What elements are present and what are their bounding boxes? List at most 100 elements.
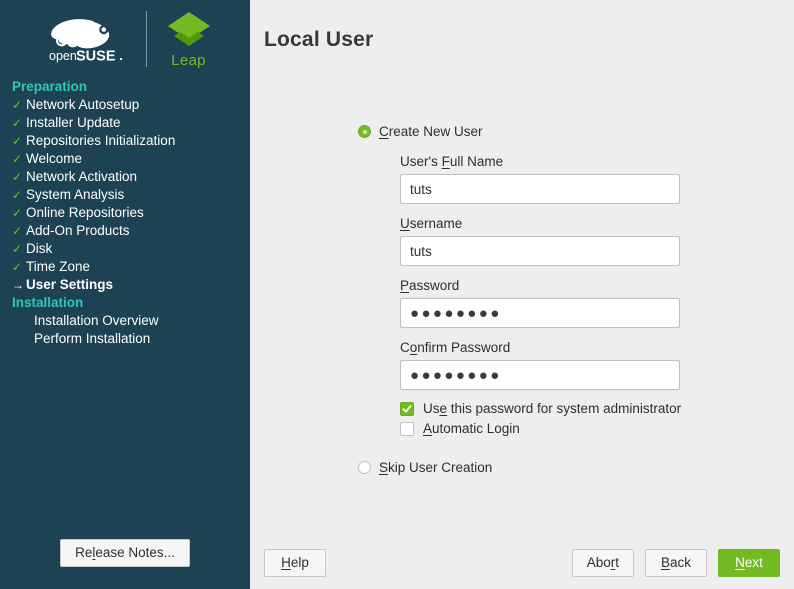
sidebar-item-installation-overview[interactable]: Installation Overview	[6, 312, 250, 330]
sidebar-item-label: Network Activation	[26, 169, 138, 184]
back-post: ack	[670, 555, 692, 570]
step-check-icon: ✓	[12, 224, 23, 238]
password-label-post: assword	[409, 278, 460, 293]
username-label-post: sername	[409, 216, 463, 231]
confirm-password-label: Confirm Password	[400, 340, 680, 355]
password-input[interactable]	[400, 298, 680, 328]
main-content: Local User Create New User User's Full N…	[250, 0, 794, 589]
password-field-group: Password	[400, 278, 680, 328]
brand-divider	[145, 11, 147, 67]
step-check-icon: ✓	[12, 170, 23, 184]
chameleon-icon: open SUSE	[49, 19, 122, 65]
local-user-form: Create New User User's Full Name Usernam…	[250, 56, 794, 537]
sidebar-item-add-on-products[interactable]: ✓ Add-On Products	[6, 222, 250, 240]
step-check-icon: ✓	[12, 98, 23, 112]
sidebar-item-label: User Settings	[26, 277, 114, 292]
password-label: Password	[400, 278, 680, 293]
username-input[interactable]	[400, 236, 680, 266]
sidebar: open SUSE Leap Preparation ✓ Network Aut…	[0, 0, 250, 589]
next-button[interactable]: Next	[718, 549, 780, 577]
step-check-icon: ✓	[12, 188, 23, 202]
sidebar-item-label: Installer Update	[26, 115, 121, 130]
full-name-field-group: User's Full Name	[400, 154, 680, 204]
step-check-icon: ✓	[12, 206, 23, 220]
confirm-password-label-post: nfirm Password	[417, 340, 511, 355]
step-check-icon: ✓	[12, 134, 23, 148]
skip-user-creation-radio-row[interactable]: Skip User Creation	[358, 460, 492, 475]
abort-pre: Abo	[586, 555, 611, 570]
sidebar-item-network-autosetup[interactable]: ✓ Network Autosetup	[6, 96, 250, 114]
auto-login-mnemonic: A	[423, 421, 433, 436]
admin-pw-pre: Us	[423, 401, 440, 416]
sidebar-item-label: Welcome	[26, 151, 83, 166]
create-user-mnemonic: C	[379, 124, 389, 139]
confirm-password-input[interactable]	[400, 360, 680, 390]
footer-left-group: Help	[264, 549, 326, 577]
sidebar-item-repositories-initialization[interactable]: ✓ Repositories Initialization	[6, 132, 250, 150]
password-label-mnemonic: P	[400, 278, 410, 293]
admin-pw-post: this password for system administrator	[447, 401, 682, 416]
release-notes-post: ease Notes...	[95, 545, 175, 560]
logo-open-text: open	[49, 49, 77, 63]
abort-button[interactable]: Abort	[571, 549, 634, 577]
full-name-label-pre: User's	[400, 154, 442, 169]
sidebar-item-disk[interactable]: ✓ Disk	[6, 240, 250, 258]
skip-user-mnemonic: S	[379, 460, 389, 475]
sidebar-item-welcome[interactable]: ✓ Welcome	[6, 150, 250, 168]
step-check-icon: ✓	[12, 260, 23, 274]
sidebar-item-perform-installation[interactable]: Perform Installation	[6, 330, 250, 348]
sidebar-item-label: Time Zone	[26, 259, 91, 274]
footer-button-bar: Help Abort Back Next	[250, 537, 794, 589]
sidebar-item-label: System Analysis	[26, 187, 125, 202]
skip-user-creation-radio[interactable]	[358, 461, 371, 474]
confirm-password-field-group: Confirm Password	[400, 340, 680, 390]
username-label: Username	[400, 216, 680, 231]
full-name-input[interactable]	[400, 174, 680, 204]
sidebar-item-time-zone[interactable]: ✓ Time Zone	[6, 258, 250, 276]
release-notes-pre: Re	[75, 545, 93, 560]
automatic-login-row[interactable]: Automatic Login	[400, 421, 520, 436]
release-notes-container: Release Notes...	[0, 517, 250, 589]
abort-post: t	[615, 555, 619, 570]
help-mnemonic: H	[281, 555, 291, 570]
opensuse-logo: open SUSE	[36, 14, 132, 64]
create-user-post: reate New User	[388, 124, 483, 139]
help-post: elp	[290, 555, 309, 570]
help-button[interactable]: Help	[264, 549, 326, 577]
sidebar-item-label: Add-On Products	[26, 223, 130, 238]
create-new-user-radio-row[interactable]: Create New User	[358, 124, 483, 139]
installer-window: open SUSE Leap Preparation ✓ Network Aut…	[0, 0, 794, 589]
sidebar-item-label: Perform Installation	[34, 331, 151, 346]
full-name-label: User's Full Name	[400, 154, 680, 169]
sidebar-item-label: Network Autosetup	[26, 97, 140, 112]
step-check-icon: ✓	[12, 242, 23, 256]
sidebar-item-installer-update[interactable]: ✓ Installer Update	[6, 114, 250, 132]
nav-section-header-preparation: Preparation	[12, 79, 88, 94]
skip-user-post: kip User Creation	[388, 460, 493, 475]
step-check-icon: ✓	[12, 152, 23, 166]
use-password-for-admin-row[interactable]: Use this password for system administrat…	[400, 401, 681, 416]
create-new-user-label: Create New User	[379, 124, 483, 139]
installer-steps-nav: Preparation ✓ Network Autosetup ✓ Instal…	[0, 78, 250, 348]
page-title: Local User	[264, 28, 374, 52]
auto-login-post: utomatic Login	[432, 421, 520, 436]
automatic-login-checkbox[interactable]	[400, 421, 414, 436]
sidebar-item-user-settings[interactable]: → User Settings	[6, 276, 250, 294]
confirm-password-label-pre: C	[400, 340, 410, 355]
username-label-mnemonic: U	[400, 216, 410, 231]
use-password-for-admin-checkbox[interactable]	[400, 401, 414, 416]
full-name-label-mnemonic: F	[441, 154, 450, 169]
sidebar-item-network-activation[interactable]: ✓ Network Activation	[6, 168, 250, 186]
back-button[interactable]: Back	[645, 549, 707, 577]
checkmark-icon	[402, 404, 412, 412]
create-new-user-radio[interactable]	[358, 125, 371, 138]
leap-label: Leap	[171, 52, 206, 69]
back-mnemonic: B	[660, 555, 670, 570]
footer-right-group: Abort Back Next	[571, 549, 780, 577]
logo-suse-text: SUSE	[76, 49, 116, 65]
release-notes-button[interactable]: Release Notes...	[60, 539, 190, 567]
sidebar-item-online-repositories[interactable]: ✓ Online Repositories	[6, 204, 250, 222]
full-name-label-post: ull Name	[449, 154, 504, 169]
sidebar-item-system-analysis[interactable]: ✓ System Analysis	[6, 186, 250, 204]
admin-pw-mnemonic: e	[439, 401, 448, 416]
